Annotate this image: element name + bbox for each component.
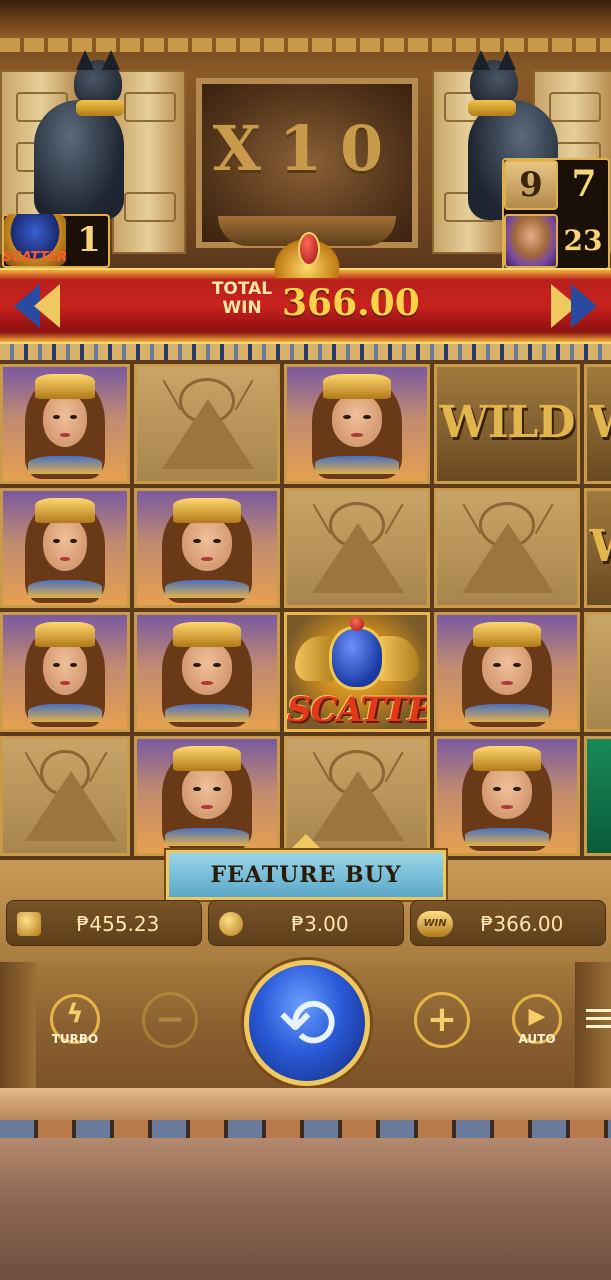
reel-symbol-queen xyxy=(0,612,130,732)
bet-display: ₱3.00 xyxy=(208,900,404,946)
reel-frieze xyxy=(0,344,611,360)
left-chevron-icon xyxy=(0,270,70,342)
wild-label: WILD xyxy=(587,397,611,448)
wild-label: WILD xyxy=(439,396,575,448)
reel-grid: SCATTER WILD WILD WILD xyxy=(0,360,611,860)
reel-symbol-pyramid xyxy=(434,488,580,608)
reel-symbol-scatter: SCATTER xyxy=(284,612,430,732)
win-value: ₱366.00 xyxy=(480,912,564,936)
feature-buy-label: FEATURE BUY xyxy=(210,862,402,888)
plus-icon: + xyxy=(426,999,458,1040)
spin-button[interactable]: ⟲ xyxy=(244,960,370,1086)
coins-icon xyxy=(219,912,243,936)
increase-bet-button[interactable]: + xyxy=(414,992,470,1048)
minus-icon: − xyxy=(154,999,186,1040)
reel-symbol-queen xyxy=(0,364,130,484)
wallet-icon xyxy=(17,912,41,936)
queen-icon xyxy=(504,214,558,268)
feature-buy-ornament xyxy=(290,834,322,850)
win-display: WIN ₱366.00 xyxy=(410,900,606,946)
scatter-label: SCATTER xyxy=(287,690,430,731)
balance-value: ₱455.23 xyxy=(76,912,160,936)
reel-symbol-green xyxy=(584,736,611,856)
reel-symbol-queen xyxy=(134,736,280,856)
multiplier-value: X10 xyxy=(212,112,402,185)
reel-symbol-queen xyxy=(134,612,280,732)
reel-symbol-queen xyxy=(434,736,580,856)
right-chevron-icon xyxy=(541,270,611,342)
decrease-bet-button[interactable]: − xyxy=(142,992,198,1048)
reel-symbol-queen xyxy=(434,612,580,732)
auto-label: AUTO xyxy=(518,1032,556,1046)
play-icon: ▶ xyxy=(528,1004,546,1029)
queen-counter-digit-left: 9 xyxy=(504,160,558,210)
banner-gem xyxy=(262,228,352,278)
scatter-counter-label: SCATTER xyxy=(2,250,68,265)
reel-symbol-pyramid xyxy=(134,364,280,484)
reel-symbol-wild: WILD xyxy=(434,364,580,484)
reel-symbol-pyramid xyxy=(0,736,130,856)
brick-strip xyxy=(0,1120,611,1138)
queen-counter-digit-right: 7 xyxy=(571,163,597,205)
reel-symbol-queen xyxy=(134,488,280,608)
reel-symbol-wild: WILD xyxy=(584,488,611,608)
wild-label: WILD xyxy=(587,521,611,572)
left-cat-statue xyxy=(14,50,134,220)
stone-ledge xyxy=(0,1088,611,1120)
reel-symbol-queen xyxy=(0,488,130,608)
reel-symbol-pyramid xyxy=(584,612,611,732)
feature-buy-button[interactable]: FEATURE BUY xyxy=(164,848,448,902)
reel-symbol-wild: WILD xyxy=(584,364,611,484)
scatter-count: 1 xyxy=(77,220,101,260)
sand-floor xyxy=(0,1138,611,1280)
total-win-value: 366.00 xyxy=(282,282,420,324)
menu-icon[interactable] xyxy=(586,1004,611,1034)
queen-count: 23 xyxy=(563,224,603,257)
bet-value: ₱3.00 xyxy=(291,912,349,936)
total-win-label: TOTAL WIN xyxy=(211,279,273,318)
reel-symbol-pyramid xyxy=(284,488,430,608)
turbo-label: TURBO xyxy=(51,1032,99,1046)
balance-display: ₱455.23 xyxy=(6,900,202,946)
spin-arrows-icon: ⟲ xyxy=(277,982,337,1064)
reel-symbol-queen xyxy=(284,364,430,484)
left-post xyxy=(0,962,36,1092)
lightning-icon: ϟ xyxy=(66,999,84,1029)
